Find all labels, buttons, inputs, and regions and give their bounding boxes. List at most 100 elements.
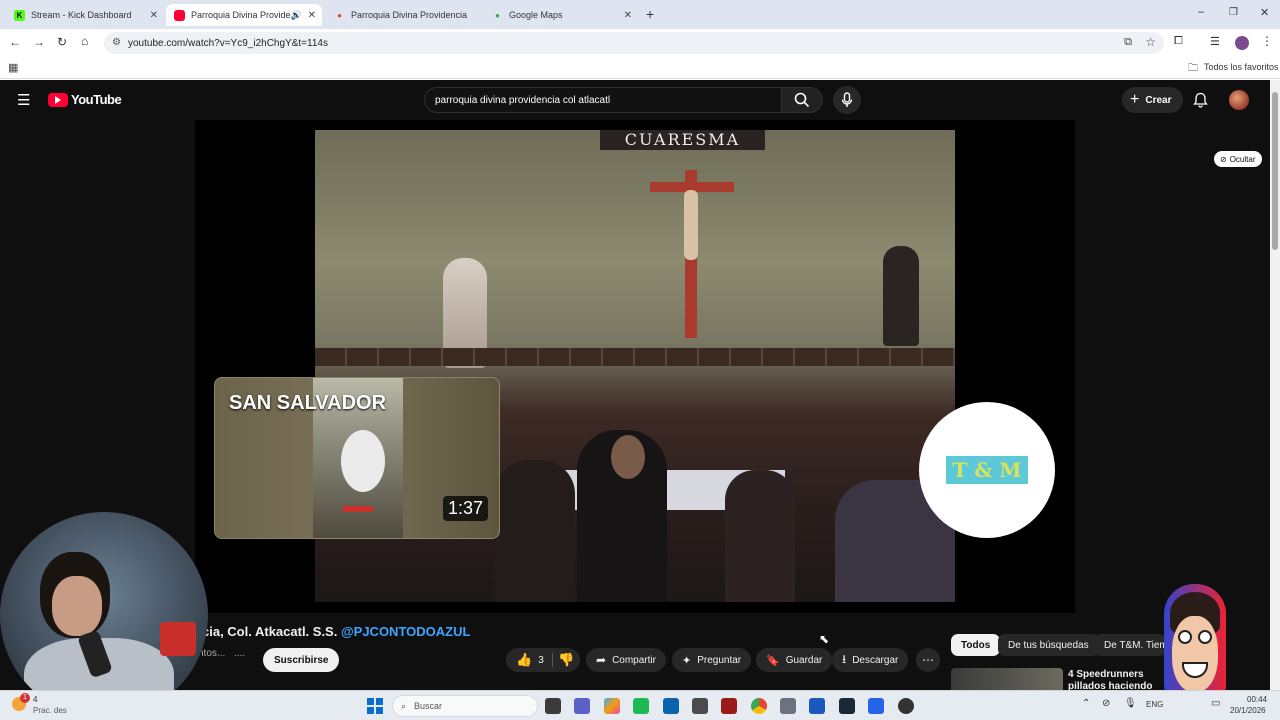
video-title: cia, Col. Atkacatl. S.S. @PJCONTODOAZUL — [202, 624, 471, 639]
windows-start-icon[interactable] — [367, 698, 383, 714]
steam-icon[interactable] — [839, 698, 855, 714]
related-video-title[interactable]: 4 Speedrunners pillados haciendo trampa — [1068, 669, 1168, 690]
back-icon[interactable]: ← — [9, 35, 21, 49]
browser-tab-strip: K Stream - Kick Dashboard ✕ Parroquia Di… — [0, 0, 1280, 29]
chip-all[interactable]: Todos — [951, 634, 1001, 656]
card-title: SAN SALVADOR — [229, 392, 387, 414]
apps-grid-icon[interactable]: ▦ — [8, 61, 18, 74]
maps-icon: ● — [495, 10, 500, 20]
media-control-icon[interactable]: ☰ — [1210, 35, 1220, 48]
home-icon[interactable]: ⌂ — [81, 34, 88, 48]
youtube-header: ☰ YouTube parroquia divina providencia c… — [0, 80, 1280, 120]
like-dislike-group: 👍 3 👎 — [506, 648, 580, 672]
chrome-icon[interactable] — [751, 698, 767, 714]
file-explorer-icon[interactable] — [692, 698, 708, 714]
app-icon[interactable] — [633, 698, 649, 714]
store-icon[interactable] — [868, 698, 884, 714]
kick-icon: K — [14, 9, 25, 21]
tray-chevron-icon[interactable]: ⌃ — [1082, 698, 1090, 709]
end-screen-video-card[interactable]: SAN SALVADOR 1:37 — [214, 377, 500, 539]
clock-date[interactable]: 20/1/2026 — [1230, 706, 1266, 715]
more-horizontal-icon: ⋯ — [922, 653, 934, 667]
close-icon[interactable]: ✕ — [308, 10, 316, 21]
search-icon — [794, 92, 810, 108]
camera-icon[interactable] — [780, 698, 796, 714]
youtube-play-icon — [48, 92, 68, 107]
channel-watermark[interactable]: T & M — [919, 402, 1055, 538]
close-icon[interactable]: ✕ — [624, 10, 632, 21]
account-avatar[interactable] — [1229, 90, 1249, 110]
tab-youtube[interactable]: Parroquia Divina Providencia 🔊 ✕ — [166, 4, 322, 26]
tab-maps-parroquia[interactable]: ● Parroquia Divina Providencia - G — [326, 4, 482, 26]
menu-icon[interactable]: ⋮ — [1261, 34, 1273, 48]
scrollbar-thumb[interactable] — [1272, 92, 1278, 250]
save-button[interactable]: 🔖 Guardar — [756, 648, 833, 672]
maximize-button[interactable]: ❐ — [1229, 7, 1238, 18]
network-icon[interactable]: ⊘ — [1102, 698, 1110, 709]
taskbar-search-input[interactable]: ⌕ Buscar — [392, 695, 538, 717]
download-button[interactable]: ⭳ Descargar — [832, 648, 909, 672]
channel-name[interactable]: ntos... .... — [198, 648, 245, 659]
reload-icon[interactable]: ↻ — [57, 35, 67, 49]
word-icon[interactable] — [809, 698, 825, 714]
thumbs-up-icon[interactable]: 👍 — [516, 652, 532, 668]
hide-button[interactable]: ⊘ Ocultar — [1214, 151, 1262, 167]
clock-time[interactable]: 00:44 — [1247, 695, 1267, 704]
search-button[interactable] — [781, 87, 823, 113]
all-bookmarks-link[interactable]: Todos los favoritos — [1204, 62, 1279, 72]
search-icon: ⌕ — [401, 700, 407, 711]
search-input[interactable]: parroquia divina providencia col atlacat… — [424, 87, 782, 113]
altar-valance — [315, 348, 955, 366]
voice-search-button[interactable] — [833, 86, 861, 114]
folder-icon: 🗀 — [1188, 63, 1198, 74]
install-app-icon[interactable]: ⧉ — [1124, 36, 1132, 49]
subscribe-button[interactable]: Suscribirse — [263, 648, 340, 672]
share-button[interactable]: ➦ Compartir — [586, 648, 666, 672]
tab-google-maps[interactable]: ● Google Maps ✕ — [484, 4, 638, 26]
thumbs-down-icon[interactable]: 👎 — [558, 652, 574, 668]
minimize-button[interactable]: – — [1198, 6, 1204, 18]
hamburger-menu-icon[interactable]: ☰ — [17, 91, 30, 109]
forward-icon[interactable]: → — [33, 35, 45, 49]
bookmark-icon: 🔖 — [766, 654, 780, 667]
profile-avatar[interactable] — [1235, 36, 1249, 50]
bookmark-star-icon[interactable]: ☆ — [1145, 35, 1156, 49]
copilot-icon[interactable] — [604, 698, 620, 714]
mouse-cursor-icon: ⬉ — [819, 632, 830, 646]
chip-from-searches[interactable]: De tus búsquedas — [998, 634, 1099, 656]
tab-kick-dashboard[interactable]: K Stream - Kick Dashboard ✕ — [6, 4, 164, 26]
battery-icon[interactable]: ▭ — [1211, 698, 1220, 709]
language-indicator[interactable]: ENG — [1146, 700, 1163, 709]
address-bar[interactable]: ⚙ youtube.com/watch?v=Yc9_i2hChgY&t=114s… — [104, 32, 1164, 54]
weather-text: Prac. des — [33, 706, 67, 715]
create-button[interactable]: + Crear — [1122, 87, 1184, 113]
cuaresma-banner: CUARESMA — [600, 130, 765, 150]
browser-toolbar: ← → ↻ ⌂ ⚙ youtube.com/watch?v=Yc9_i2hChg… — [0, 29, 1280, 57]
weather-temp: 4 — [33, 695, 38, 704]
microphone-tray-icon[interactable]: 🎙 — [1124, 698, 1137, 709]
hashtag-link[interactable]: @PJCONTODOAZUL — [341, 624, 470, 639]
notifications-bell-icon[interactable] — [1193, 92, 1208, 108]
close-icon[interactable]: ✕ — [150, 10, 158, 21]
more-actions-button[interactable]: ⋯ — [916, 648, 940, 672]
ask-button[interactable]: ✦ Preguntar — [672, 648, 752, 672]
task-view-icon[interactable] — [545, 698, 561, 714]
new-tab-button[interactable]: + — [646, 6, 654, 22]
bookmarks-bar: ▦ 🗀 Todos los favoritos — [0, 57, 1280, 79]
app-icon[interactable] — [721, 698, 737, 714]
teams-icon[interactable] — [574, 698, 590, 714]
webcam-overlay — [0, 512, 208, 718]
site-info-icon[interactable]: ⚙ — [112, 37, 121, 48]
page-scrollbar[interactable] — [1270, 80, 1280, 690]
outlook-icon[interactable] — [663, 698, 679, 714]
related-video-thumbnail[interactable] — [951, 668, 1063, 690]
plus-icon: + — [1130, 91, 1140, 108]
close-window-button[interactable]: ✕ — [1260, 6, 1269, 19]
speaker-icon[interactable]: 🔊 — [291, 10, 302, 21]
like-count: 3 — [538, 654, 544, 666]
youtube-logo[interactable]: YouTube — [48, 92, 122, 107]
app-icon[interactable] — [898, 698, 914, 714]
extensions-icon[interactable]: ⧠ — [1174, 35, 1183, 48]
chip-from-channel[interactable]: De T&M. Tiemp — [1094, 634, 1166, 656]
share-icon: ➦ — [596, 653, 607, 667]
